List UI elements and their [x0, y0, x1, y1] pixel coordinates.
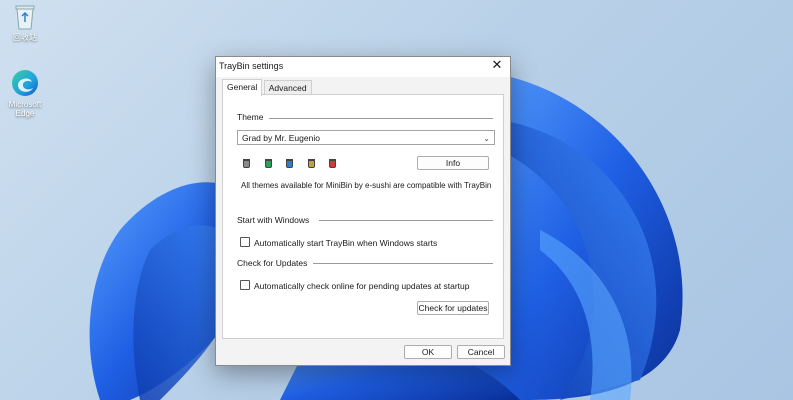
- dialog-title: TrayBin settings: [219, 61, 284, 71]
- divider: [313, 263, 493, 264]
- bin-preview-icon: [286, 159, 294, 168]
- theme-select[interactable]: Grad by Mr. Eugenio ⌄: [237, 130, 495, 145]
- theme-select-value: Grad by Mr. Eugenio: [242, 133, 320, 143]
- theme-section-label: Theme: [237, 112, 268, 122]
- divider: [319, 220, 493, 221]
- desktop-icon-label: 回收站: [13, 33, 37, 42]
- autostart-checkbox-row[interactable]: Automatically start TrayBin when Windows…: [240, 237, 437, 249]
- desktop-recycle-bin[interactable]: 回收站: [0, 4, 50, 43]
- dialog-titlebar[interactable]: TrayBin settings ✕: [216, 57, 510, 77]
- chevron-down-icon: ⌄: [483, 134, 490, 143]
- startup-section-label: Start with Windows: [237, 215, 314, 225]
- autostart-label: Automatically start TrayBin when Windows…: [254, 238, 438, 248]
- desktop-edge[interactable]: Microsoft Edge: [0, 68, 50, 118]
- bin-preview-icon: [243, 159, 250, 168]
- general-panel: Theme Grad by Mr. Eugenio ⌄ Info All the…: [222, 94, 504, 339]
- tab-general[interactable]: General: [222, 79, 263, 96]
- bin-preview-icon: [307, 159, 315, 168]
- traybin-settings-dialog: TrayBin settings ✕ General Advanced Them…: [215, 56, 511, 366]
- autostart-checkbox[interactable]: [240, 237, 250, 247]
- theme-compat-note: All themes available for MiniBin by e-su…: [241, 181, 492, 190]
- edge-icon: [12, 70, 38, 96]
- tab-strip: General Advanced: [222, 79, 312, 96]
- bin-preview-icon: [264, 159, 272, 168]
- autoupdate-label: Automatically check online for pending u…: [254, 281, 470, 291]
- desktop-icon-label: Microsoft Edge: [8, 100, 42, 118]
- theme-bin-previews: [243, 159, 348, 171]
- recycle-bin-icon: [15, 5, 35, 30]
- autoupdate-checkbox-row[interactable]: Automatically check online for pending u…: [240, 280, 469, 292]
- bin-preview-icon: [329, 159, 337, 168]
- tab-advanced[interactable]: Advanced: [263, 80, 312, 95]
- close-button[interactable]: ✕: [484, 57, 510, 75]
- ok-button[interactable]: OK: [404, 345, 452, 359]
- autoupdate-checkbox[interactable]: [240, 280, 250, 290]
- updates-section-label: Check for Updates: [237, 258, 312, 268]
- check-updates-button[interactable]: Check for updates: [417, 301, 489, 315]
- cancel-button[interactable]: Cancel: [457, 345, 505, 359]
- divider: [269, 118, 493, 119]
- info-button[interactable]: Info: [417, 156, 489, 170]
